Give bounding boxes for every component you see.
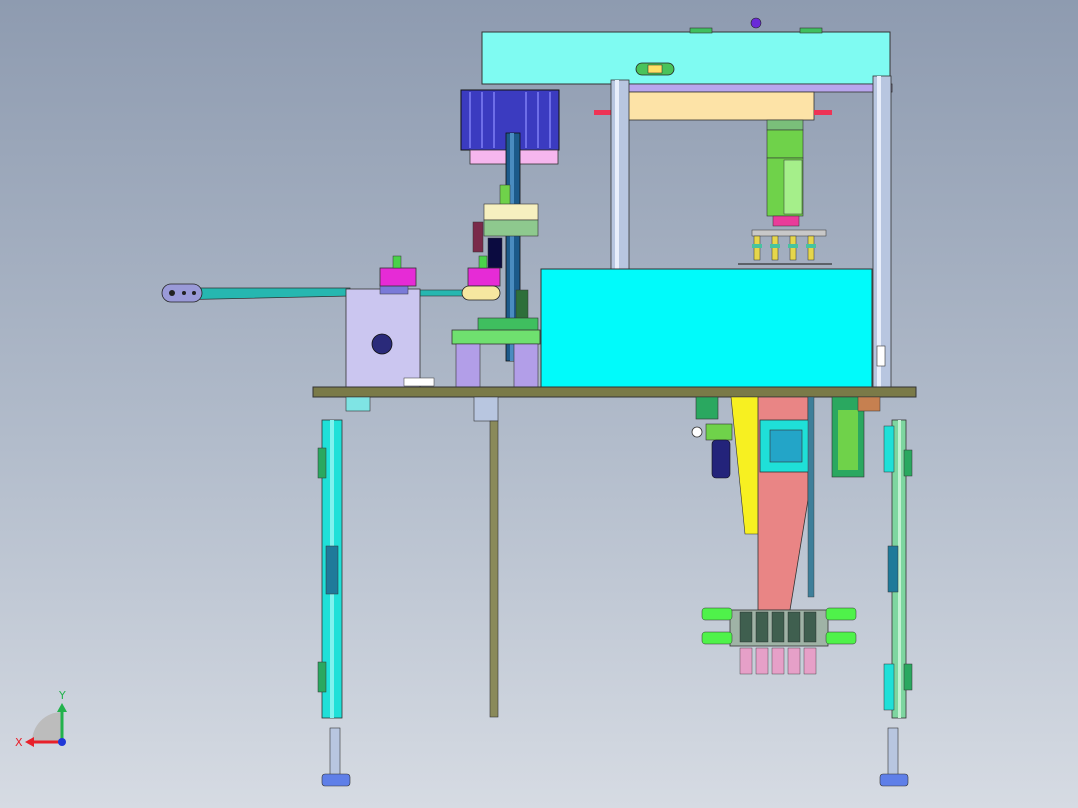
base-plate [312,386,917,398]
center-support-leg [489,420,499,718]
pick-head-cylinder [738,119,832,265]
top-cover-assembly [481,17,891,85]
side-bracket [831,396,881,478]
z-axis-dot-icon [58,738,66,746]
base-bracket-left [345,396,371,412]
base-bracket-center [473,396,499,422]
pink-hopper [757,396,813,611]
machine-drawing: Y X [15,17,917,787]
feeder-housing [540,268,873,388]
cad-viewport[interactable]: Y X [0,0,1078,808]
leveling-foot-right [879,727,909,787]
orientation-triad[interactable]: Y X [15,689,67,749]
cross-beam [594,83,893,121]
vacuum-nozzle-row [752,235,816,261]
y-axis-label: Y [58,689,66,702]
hopper-side-rail [807,396,815,598]
x-axis-label: X [15,736,23,749]
leg-frame-left [317,419,343,719]
gearbox [345,283,435,388]
leveling-foot-left [321,727,351,787]
guide-column-right [872,75,892,389]
base-bushing [451,329,541,389]
discharge-chute [730,396,761,535]
solenoid-valve-manifold [701,607,857,675]
leg-frame-right [883,419,913,719]
tension-block-left [379,255,417,287]
triad-arc [32,712,62,742]
filter-regulator [691,396,733,479]
